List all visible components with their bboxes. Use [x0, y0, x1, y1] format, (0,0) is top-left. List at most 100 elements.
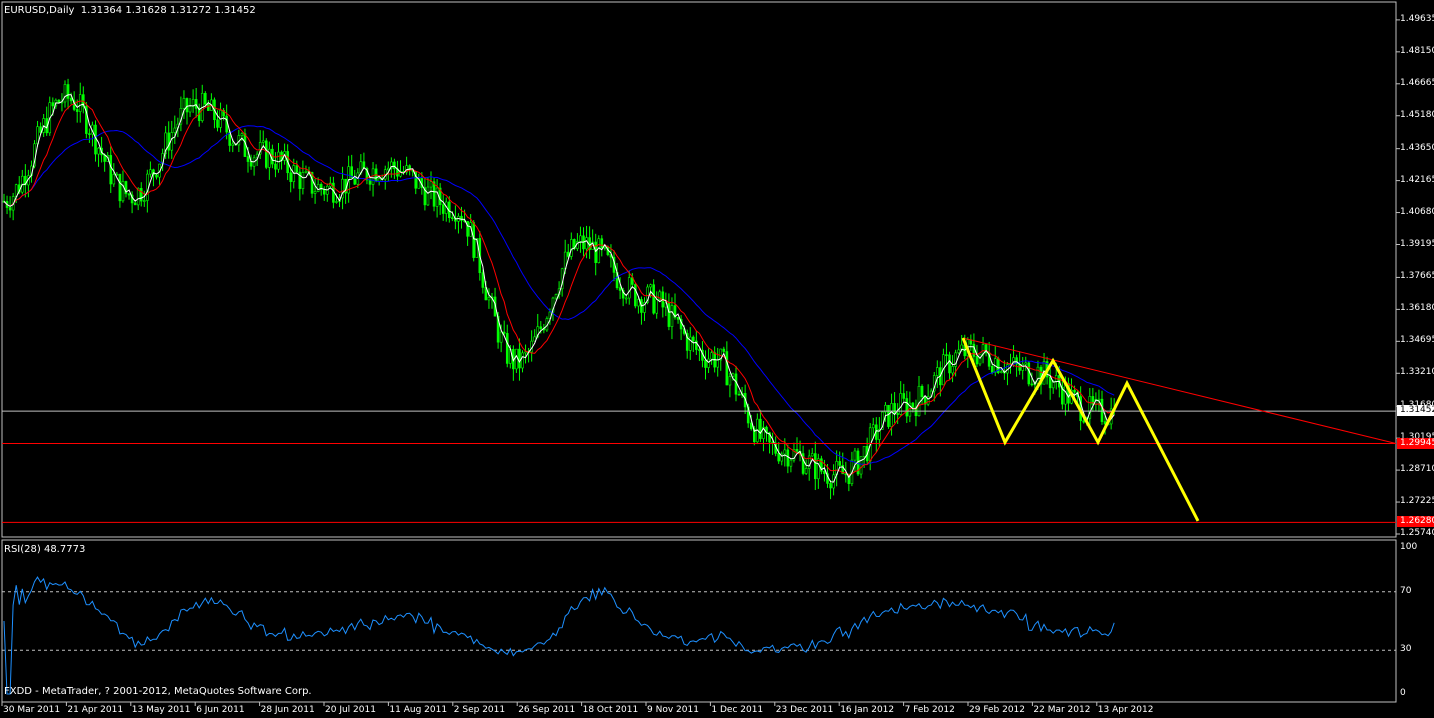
candle-body [716, 359, 720, 368]
candle-body [810, 453, 814, 457]
candle-body [432, 181, 436, 207]
candle-body [515, 348, 518, 370]
candle-body [707, 358, 710, 368]
candle-body [972, 343, 976, 357]
candle-body [1030, 383, 1034, 386]
candle-body [460, 215, 463, 221]
candle-body [371, 168, 375, 185]
candle-body [426, 186, 430, 206]
candle-body [185, 98, 189, 113]
price-tick-label: 1.40680 [1400, 206, 1434, 217]
date-tick-label: 7 Feb 2012 [904, 705, 955, 715]
candle-body [173, 127, 177, 133]
date-tick-label: 22 Mar 2012 [1033, 705, 1091, 715]
candle-body [594, 241, 598, 263]
candle-body [435, 187, 439, 207]
price-tick-label: 1.39195 [1400, 238, 1434, 249]
date-tick-label: 30 Mar 2011 [3, 705, 61, 715]
price-tick-label: 1.36180 [1400, 303, 1434, 314]
candle-body [204, 93, 207, 105]
rsi-header: RSI(28) 48.7773 [4, 544, 86, 555]
rsi-panel-frame [1, 539, 1397, 703]
candle-body [393, 161, 396, 170]
candle-body [88, 133, 91, 135]
price-tick-label: 1.33210 [1400, 367, 1434, 378]
candle-body [649, 284, 652, 288]
rsi-tick-label: 100 [1400, 542, 1418, 552]
candle-body [975, 356, 979, 365]
candle-body [554, 294, 558, 299]
candle-body [624, 297, 628, 300]
candle-body [710, 352, 713, 360]
candle-body [109, 155, 113, 185]
candle-body [78, 94, 82, 112]
candle-body [896, 413, 899, 415]
date-tick-label: 1 Dec 2011 [711, 705, 764, 715]
date-tick-label: 20 Jul 2011 [325, 705, 376, 715]
candle-body [249, 161, 253, 167]
candle-body [1048, 376, 1052, 389]
candle-body [539, 326, 543, 329]
candle-body [585, 237, 588, 250]
candle-body [261, 140, 265, 143]
rsi-line [3, 576, 1115, 695]
candle-body [783, 449, 787, 455]
candle-body [813, 453, 817, 480]
candle-body [945, 354, 948, 356]
date-tick-label: 23 Dec 2011 [775, 705, 834, 715]
candle-body [676, 317, 680, 320]
candle-body [188, 106, 192, 113]
candle-body [728, 376, 732, 386]
candle-body [441, 204, 445, 214]
candle-body [240, 133, 244, 136]
candle-body [722, 348, 726, 352]
ohlc-values: 1.31364 1.31628 1.31272 1.31452 [80, 5, 256, 16]
date-tick-label: 13 Apr 2012 [1097, 705, 1154, 715]
candle-body [322, 189, 326, 195]
candle-body [118, 173, 122, 202]
candle-body [1036, 366, 1040, 384]
candle-body [1097, 398, 1101, 401]
candle-body [859, 456, 863, 475]
descending-trendline[interactable] [962, 337, 1397, 445]
candle-body [231, 143, 235, 146]
rsi-tick-label: 70 [1400, 585, 1412, 596]
candle-body [698, 349, 701, 351]
candle-body [481, 272, 485, 288]
candle-body [487, 297, 491, 301]
candle-body [935, 367, 939, 376]
candle-body [313, 191, 317, 194]
candle-body [429, 181, 433, 188]
candle-body [149, 169, 152, 175]
candle-body [143, 200, 146, 202]
footer-copyright: FXDD - MetaTrader, ? 2001-2012, MetaQuot… [4, 686, 312, 697]
chart-canvas[interactable] [0, 0, 1434, 718]
candle-body [377, 178, 381, 182]
candle-body [634, 284, 637, 307]
price-tick-label: 1.49635 [1400, 13, 1434, 24]
candle-body [277, 151, 280, 170]
candle-body [990, 366, 994, 373]
candle-body [1082, 420, 1085, 423]
rsi-tick-label: 0 [1400, 688, 1406, 698]
candle-body [216, 119, 219, 128]
candle-body [871, 424, 875, 429]
price-tick-label: 1.34695 [1400, 335, 1434, 346]
candle-body [155, 174, 158, 178]
candle-body [670, 305, 674, 327]
candle-body [862, 445, 866, 457]
candle-body [817, 458, 820, 480]
candle-body [112, 174, 116, 185]
rsi-tick-label: 30 [1400, 644, 1412, 655]
candle-body [1073, 389, 1076, 393]
candle-body [725, 351, 729, 386]
candle-body [926, 396, 930, 405]
candle-body [569, 239, 573, 257]
date-tick-label: 13 May 2011 [131, 705, 191, 715]
candle-body [978, 353, 982, 365]
candle-body [316, 184, 320, 192]
candle-body [264, 140, 268, 168]
candle-body [579, 235, 582, 242]
candle-body [804, 468, 808, 474]
candle-body [911, 402, 915, 408]
